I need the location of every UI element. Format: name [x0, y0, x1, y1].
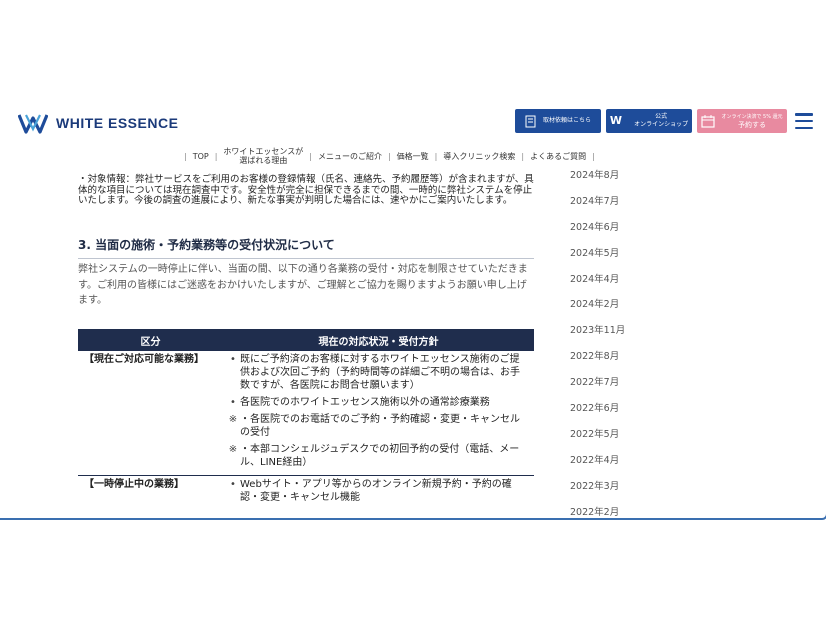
table-header-row: 区分 現在の対応状況・受付方針	[78, 329, 534, 351]
nav-top[interactable]: TOP	[193, 152, 209, 161]
archive-link[interactable]: 2024年2月	[570, 297, 625, 323]
archive-link[interactable]: 2023年11月	[570, 323, 625, 349]
shop-button-line2: オンラインショップ	[634, 121, 689, 128]
logo-mark-icon	[18, 114, 48, 134]
document-icon	[525, 115, 536, 127]
nav-clinic-search[interactable]: 導入クリニック検索	[443, 151, 515, 162]
archive-link[interactable]: 2022年6月	[570, 401, 625, 427]
list-item: • 既にご予約済のお客様に対するホワイトエッセンス施術のご提供および次回ご予約（予…	[230, 354, 520, 391]
nav-separator: |	[309, 151, 312, 161]
table-header-policy: 現在の対応状況・受付方針	[223, 329, 534, 351]
nav-prices[interactable]: 価格一覧	[397, 151, 429, 162]
press-inquiry-button[interactable]: 取材依頼はこちら	[515, 109, 601, 133]
nav-reason[interactable]: ホワイトエッセンスが 選ばれる理由	[223, 147, 303, 165]
reserve-button-label: 予約する	[738, 120, 766, 129]
archive-link[interactable]: 2022年2月	[570, 505, 625, 531]
row-category: 【現在ご対応可能な業務】	[84, 354, 204, 365]
intro-paragraph: ・対象情報：弊社サービスをご利用のお客様の登録情報（氏名、連絡先、予約履歴等）が…	[78, 174, 534, 206]
row-category: 【一時停止中の業務】	[78, 475, 223, 510]
section-heading: 3. 当面の施術・予約業務等の受付状況について	[78, 236, 534, 259]
logo-text: WHITE ESSENCE	[56, 115, 179, 131]
nav-separator: |	[521, 151, 525, 161]
calendar-icon	[701, 114, 716, 128]
archive-link[interactable]: 2024年7月	[570, 194, 625, 220]
table-header-category: 区分	[78, 329, 223, 351]
online-shop-button[interactable]: W 公式 オンラインショップ	[606, 109, 692, 133]
row-details: • Webサイト・アプリ等からのオンライン新規予約・予約の確認・変更・キャンセル機…	[223, 475, 534, 510]
archive-link[interactable]: 2024年6月	[570, 220, 625, 246]
shop-w-icon: W	[609, 114, 623, 127]
global-nav: | TOP | ホワイトエッセンスが 選ばれる理由 | メニューのご紹介 | 価格…	[178, 147, 601, 165]
table-row: 【現在ご対応可能な業務】 • 既にご予約済のお客様に対するホワイトエッセンス施術の…	[78, 351, 534, 476]
shop-button-line1: 公式	[655, 113, 668, 120]
reserve-button-note: オンライン決済で 5% 還元	[721, 113, 783, 120]
nav-separator: |	[434, 151, 438, 161]
nav-separator: |	[214, 151, 218, 161]
archive-link[interactable]: 2022年7月	[570, 375, 625, 401]
archive-link[interactable]: 2022年8月	[570, 349, 625, 375]
archive-link[interactable]: 2024年4月	[570, 272, 625, 298]
list-item: • Webサイト・アプリ等からのオンライン新規予約・予約の確認・変更・キャンセル機…	[230, 479, 512, 503]
list-item: ※ ・本部コンシェルジュデスクでの初回予約の受付（電話、メール、LINE経由）	[228, 444, 520, 468]
nav-separator: |	[592, 151, 595, 161]
list-item: • 各医院でのホワイトエッセンス施術以外の通常診療業務	[230, 397, 490, 408]
nav-separator: |	[387, 151, 391, 161]
row-details: • 既にご予約済のお客様に対するホワイトエッセンス施術のご提供および次回ご予約（予…	[223, 351, 534, 476]
archive-link[interactable]: 2024年8月	[570, 168, 625, 194]
table-row: 【一時停止中の業務】 • Webサイト・アプリ等からのオンライン新規予約・予約の確…	[78, 475, 534, 510]
section-body: 弊社システムの一時停止に伴い、当面の間、以下の通り各業務の受付・対応を制限させて…	[78, 264, 528, 306]
article-content: ・対象情報：弊社サービスをご利用のお客様の登録情報（氏名、連絡先、予約履歴等）が…	[78, 174, 534, 207]
nav-faq[interactable]: よくあるご質問	[530, 151, 586, 162]
press-button-label: 取材依頼はこちら	[542, 117, 591, 124]
status-table: 区分 現在の対応状況・受付方針 【現在ご対応可能な業務】 • 既にご予約済のお客様…	[78, 329, 534, 510]
archive-link[interactable]: 2022年5月	[570, 427, 625, 453]
logo[interactable]: WHITE ESSENCE	[18, 112, 178, 134]
archive-list: 2024年8月 2024年7月 2024年6月 2024年5月 2024年4月 …	[570, 168, 625, 530]
list-item: ※ ・各医院でのお電話でのご予約・予約確認・変更・キャンセルの受付	[228, 414, 520, 438]
archive-link[interactable]: 2022年4月	[570, 453, 625, 479]
nav-menu[interactable]: メニューのご紹介	[318, 151, 382, 162]
nav-separator: |	[184, 151, 187, 161]
reserve-button[interactable]: オンライン決済で 5% 還元 予約する	[697, 109, 787, 133]
hamburger-menu-icon[interactable]	[795, 113, 813, 129]
archive-link[interactable]: 2024年5月	[570, 246, 625, 272]
archive-link[interactable]: 2022年3月	[570, 479, 625, 505]
